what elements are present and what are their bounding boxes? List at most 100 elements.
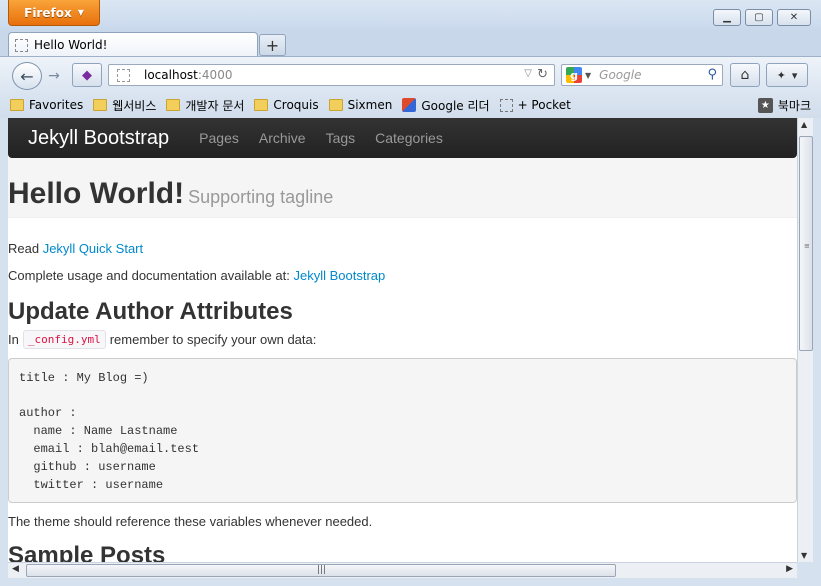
firefox-menu-button[interactable]: Firefox ▼ xyxy=(8,0,100,26)
code-line: github : username xyxy=(19,460,156,474)
url-text: localhost:4000 xyxy=(144,68,232,82)
config-filename: _config.yml xyxy=(22,330,106,349)
page-title: Hello World! Supporting tagline xyxy=(8,177,333,211)
code-line: title : My Blog =) xyxy=(19,371,149,385)
code-line: author : xyxy=(19,406,77,420)
page-header: Hello World! Supporting tagline xyxy=(8,158,797,218)
folder-icon xyxy=(328,99,343,111)
read-paragraph: Read Jekyll Quick Start xyxy=(8,241,143,256)
search-engine-dropdown-icon[interactable]: ▼ xyxy=(585,71,591,80)
content-viewport: Jekyll Bootstrap Pages Archive Tags Cate… xyxy=(0,118,821,586)
address-bar[interactable]: localhost:4000 ▽ ↻ xyxy=(108,64,555,86)
bookmark-label: 개발자 문서 xyxy=(185,98,245,113)
sample-posts-heading: Sample Posts xyxy=(8,542,166,562)
bookmark-label: Sixmen xyxy=(347,98,393,112)
window-titlebar: Firefox ▼ ▁ ▢ ✕ xyxy=(0,0,821,30)
scroll-left-icon[interactable]: ◀ xyxy=(12,564,19,574)
window-controls: ▁ ▢ ✕ xyxy=(713,9,811,26)
bookmark-label: + Pocket xyxy=(517,98,571,112)
bookmark-item[interactable]: 웹서비스 xyxy=(93,97,156,114)
folder-icon xyxy=(93,99,108,111)
star-icon: ★ xyxy=(757,97,773,113)
bookmark-label: Croquis xyxy=(273,98,319,112)
nav-tags[interactable]: Tags xyxy=(326,130,356,146)
close-icon: ✕ xyxy=(789,12,799,23)
docs-text: Complete usage and documentation availab… xyxy=(8,268,294,283)
site-brand[interactable]: Jekyll Bootstrap xyxy=(28,127,169,150)
bookmark-item[interactable]: Google 리더 xyxy=(402,97,490,114)
code-line: twitter : username xyxy=(19,478,164,492)
folder-icon xyxy=(10,99,24,111)
search-icon[interactable]: ⚲ xyxy=(707,67,717,82)
site-identity-icon xyxy=(117,68,130,82)
page-favicon-icon xyxy=(15,38,28,52)
maximize-button[interactable]: ▢ xyxy=(745,9,773,26)
firefox-menu-label: Firefox xyxy=(24,5,72,20)
bookmark-label: Google 리더 xyxy=(421,98,490,113)
theme-paragraph: The theme should reference these variabl… xyxy=(8,514,373,529)
site-navbar: Jekyll Bootstrap Pages Archive Tags Cate… xyxy=(8,118,797,158)
chevron-down-icon: ▾ xyxy=(791,68,798,82)
search-bar[interactable]: g ▼ Google ⚲ xyxy=(561,64,723,86)
bookmark-label: 웹서비스 xyxy=(112,98,157,113)
navigation-toolbar: ← → ◆ localhost:4000 ▽ ↻ g ▼ Google ⚲ ⌂ … xyxy=(0,56,821,92)
scroll-right-icon[interactable]: ▶ xyxy=(786,564,793,574)
google-reader-icon xyxy=(402,98,417,112)
tools-button[interactable]: ✦ ▾ xyxy=(766,63,808,87)
docs-paragraph: Complete usage and documentation availab… xyxy=(8,268,385,283)
folder-icon xyxy=(254,99,269,111)
reload-icon[interactable]: ↻ xyxy=(537,67,548,82)
nav-archive[interactable]: Archive xyxy=(259,130,306,146)
update-author-heading: Update Author Attributes xyxy=(8,298,293,325)
bookmarks-menu-button[interactable]: ★ 북마크 xyxy=(757,97,811,114)
vertical-scroll-thumb[interactable]: ≡ xyxy=(799,136,813,351)
vertical-scrollbar[interactable]: ▲ ≡ ▼ xyxy=(797,118,813,562)
config-paragraph: In _config.yml remember to specify your … xyxy=(8,330,316,349)
quick-start-link[interactable]: Jekyll Quick Start xyxy=(43,241,143,256)
forward-button[interactable]: → xyxy=(43,67,65,85)
url-host: localhost xyxy=(144,68,198,82)
tab-bar: Hello World! + xyxy=(0,30,821,57)
code-line: name : Name Lastname xyxy=(19,424,178,438)
pocket-icon xyxy=(499,98,513,112)
nav-pages[interactable]: Pages xyxy=(199,130,239,146)
horizontal-scrollbar[interactable]: ◀ ||| ▶ xyxy=(8,562,797,578)
scroll-down-icon[interactable]: ▼ xyxy=(801,551,807,560)
horizontal-scroll-thumb[interactable]: ||| xyxy=(26,564,616,577)
search-placeholder: Google xyxy=(599,68,642,82)
bookmark-item[interactable]: 개발자 문서 xyxy=(166,97,244,114)
bookmark-label: Favorites xyxy=(29,98,84,112)
bookmark-item[interactable]: Croquis xyxy=(254,98,319,112)
extension-button[interactable]: ◆ xyxy=(72,63,102,87)
bookmark-item[interactable]: Sixmen xyxy=(328,98,393,112)
plus-icon: + xyxy=(265,35,280,55)
folder-icon xyxy=(166,99,181,111)
jekyll-bootstrap-link[interactable]: Jekyll Bootstrap xyxy=(293,268,385,283)
bookmark-item[interactable]: Favorites xyxy=(10,98,83,112)
web-page: Jekyll Bootstrap Pages Archive Tags Cate… xyxy=(8,118,797,562)
history-dropdown-icon[interactable]: ▽ xyxy=(524,68,532,79)
minimize-icon: ▁ xyxy=(723,12,731,23)
grip-icon: ≡ xyxy=(804,242,810,250)
bookmarks-menu-label: 북마크 xyxy=(777,98,811,113)
bookmarks-toolbar: Favorites 웹서비스 개발자 문서 Croquis Sixmen Goo… xyxy=(0,92,821,118)
tab-hello-world[interactable]: Hello World! xyxy=(8,32,258,57)
page-title-text: Hello World! xyxy=(8,177,185,210)
new-tab-button[interactable]: + xyxy=(259,34,286,56)
google-logo-icon[interactable]: g xyxy=(566,67,582,83)
bookmark-item[interactable]: + Pocket xyxy=(499,98,571,112)
addon-icon: ✦ xyxy=(776,68,786,82)
back-button[interactable]: ← xyxy=(12,62,42,90)
code-line: email : blah@email.test xyxy=(19,442,200,456)
remember-text: remember to specify your own data: xyxy=(109,332,317,347)
tab-title: Hello World! xyxy=(34,38,108,52)
scroll-up-icon[interactable]: ▲ xyxy=(801,120,807,129)
minimize-button[interactable]: ▁ xyxy=(713,9,741,26)
extension-icon: ◆ xyxy=(82,67,92,83)
home-button[interactable]: ⌂ xyxy=(730,63,760,87)
home-icon: ⌂ xyxy=(740,67,750,83)
url-port: :4000 xyxy=(197,68,233,82)
arrow-left-icon: ← xyxy=(20,66,34,86)
nav-categories[interactable]: Categories xyxy=(375,130,443,146)
close-window-button[interactable]: ✕ xyxy=(777,9,811,26)
